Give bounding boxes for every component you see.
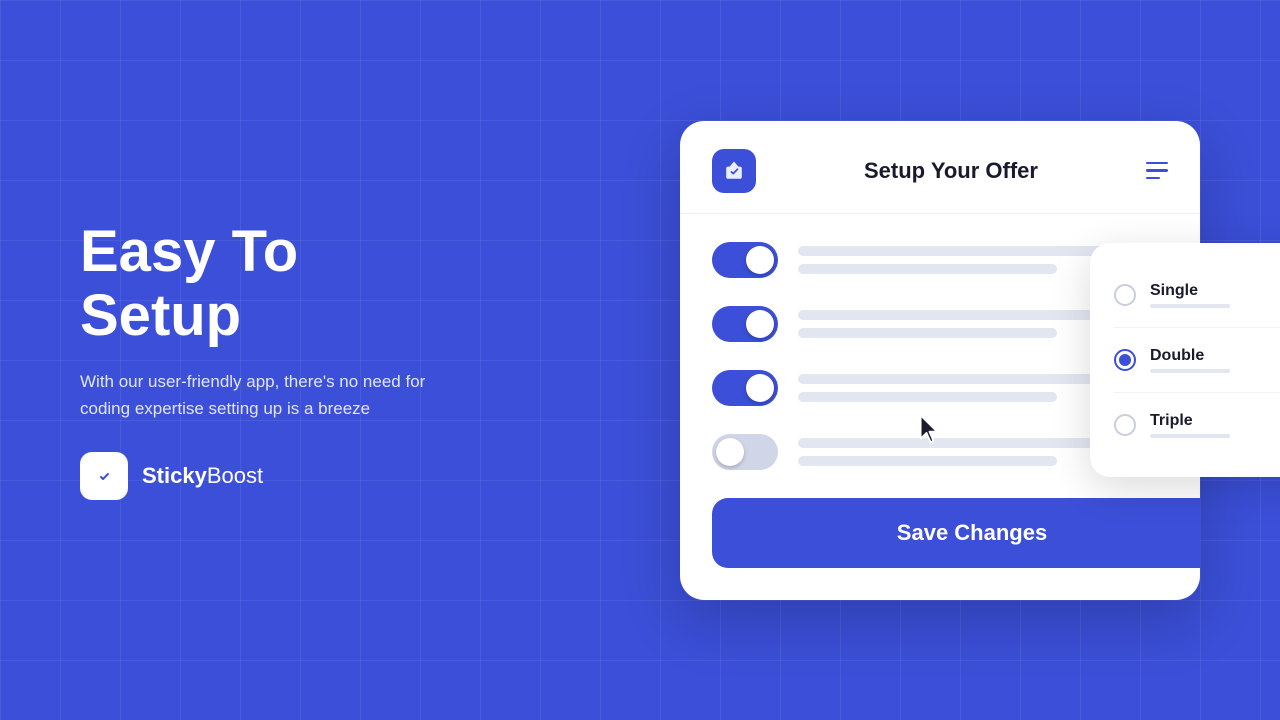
toggle-thumb-2 — [746, 310, 774, 338]
toggle-thumb-3 — [746, 374, 774, 402]
toggle-3[interactable] — [712, 370, 778, 406]
option-name-single: Single — [1150, 282, 1280, 300]
line-2b — [798, 328, 1057, 338]
brand-name: StickyBoost — [142, 463, 263, 489]
brand-logo — [80, 452, 128, 500]
option-sub-line-single — [1150, 304, 1230, 308]
toggle-1[interactable] — [712, 242, 778, 278]
line-4b — [798, 456, 1057, 466]
save-button[interactable]: Save Changes — [712, 498, 1200, 568]
option-sub-line-triple — [1150, 434, 1230, 438]
pricing-card: Single $9.99 $35.99 Double $17.99 — [1090, 243, 1280, 477]
radio-double — [1114, 349, 1136, 371]
radio-triple — [1114, 414, 1136, 436]
option-name-double: Double — [1150, 347, 1280, 365]
pricing-option-single[interactable]: Single $9.99 $35.99 — [1114, 263, 1280, 328]
card-title: Setup Your Offer — [864, 158, 1038, 184]
toggle-4[interactable] — [712, 434, 778, 470]
radio-inner-double — [1119, 354, 1131, 366]
hamburger-menu-icon[interactable] — [1146, 162, 1168, 180]
toggle-thumb-1 — [746, 246, 774, 274]
pricing-option-double[interactable]: Double $17.99 $70.99 — [1114, 328, 1280, 393]
option-name-col-single: Single — [1150, 282, 1280, 308]
hero-description: With our user-friendly app, there's no n… — [80, 368, 440, 422]
radio-single — [1114, 284, 1136, 306]
option-name-triple: Triple — [1150, 412, 1280, 430]
hero-title: Easy To Setup — [80, 220, 440, 348]
brand-row: StickyBoost — [80, 452, 440, 500]
option-sub-line-double — [1150, 369, 1230, 373]
option-name-col-double: Double — [1150, 347, 1280, 373]
page-wrapper: Easy To Setup With our user-friendly app… — [0, 0, 1280, 720]
logo-icon — [89, 461, 119, 491]
pricing-option-triple[interactable]: Triple $22.99 $99.99 — [1114, 393, 1280, 457]
toggle-thumb-4 — [716, 438, 744, 466]
card-logo-icon — [721, 158, 747, 184]
card-header: Setup Your Offer — [680, 121, 1200, 214]
line-3b — [798, 392, 1057, 402]
left-section: Easy To Setup With our user-friendly app… — [80, 220, 440, 500]
right-section: Setup Your Offer — [680, 121, 1200, 600]
line-1b — [798, 264, 1057, 274]
card-logo — [712, 149, 756, 193]
option-name-col-triple: Triple — [1150, 412, 1280, 438]
toggle-2[interactable] — [712, 306, 778, 342]
